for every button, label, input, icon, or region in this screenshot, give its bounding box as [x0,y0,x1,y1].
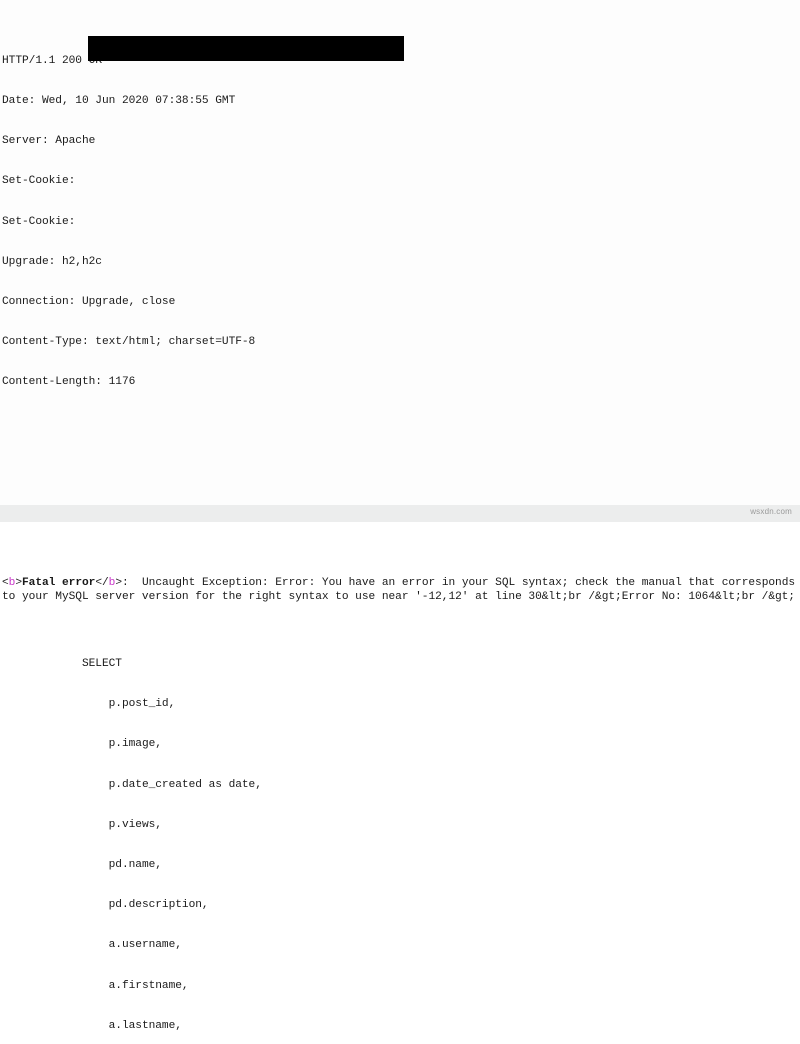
header-line-set-cookie-1: Set-Cookie: [2,175,76,188]
viewport-bottom-band [0,505,800,522]
sql-line: SELECT [2,657,122,670]
header-line-upgrade: Upgrade: h2,h2c [2,255,102,268]
sql-line: pd.name, [2,859,162,871]
sql-line: pd.description, [2,899,209,912]
header-line-server: Server: Apache [2,135,96,148]
tag-name-b-open: b [8,577,16,590]
header-line-set-cookie-2: Set-Cookie: [2,215,76,228]
header-line-content-length: Content-Length: 1176 [2,376,136,389]
blank-line-separator [2,443,800,456]
header-line-connection: Connection: Upgrade, close [2,295,176,308]
b-open-gt: > [15,577,23,590]
sql-line: p.date_created as date, [2,778,262,791]
sql-line: a.firstname, [2,979,189,992]
fatal-error-block: <b>Fatal error</b>: Uncaught Exception: … [2,577,800,604]
b-close-gt: > [115,577,122,590]
redacted-set-cookie-values [88,36,404,61]
sql-line: p.post_id, [2,698,176,711]
view-source-page: HTTP/1.1 200 OK Date: Wed, 10 Jun 2020 0… [0,0,800,1032]
b-close-lt: </ [95,577,109,590]
sql-line: a.lastname, [2,1019,182,1032]
sql-line: a.username, [2,939,182,952]
fatal-error-label: Fatal error [22,577,96,590]
site-watermark: wsxdn.com [750,507,792,516]
tag-name-b-close: b [108,577,116,590]
header-line-content-type: Content-Type: text/html; charset=UTF-8 [2,336,256,349]
response-source-text: HTTP/1.1 200 OK Date: Wed, 10 Jun 2020 0… [2,1,800,1044]
sql-line: p.image, [2,738,162,751]
sql-line: p.views, [2,818,162,831]
header-line-date: Date: Wed, 10 Jun 2020 07:38:55 GMT [2,94,236,107]
b-open-lt: < [2,577,9,590]
fatal-error-message: : Uncaught Exception: Error: You have an… [2,577,796,603]
